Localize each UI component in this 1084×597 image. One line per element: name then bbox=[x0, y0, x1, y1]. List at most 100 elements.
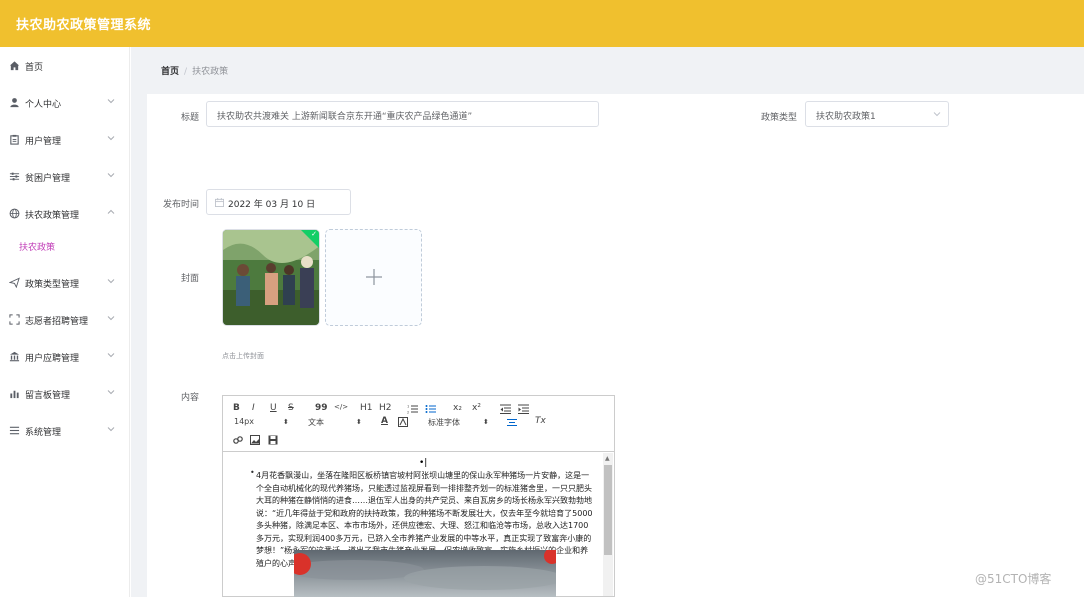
sidebar-item-label: 个人中心 bbox=[25, 100, 62, 110]
sidebar-item-label: 政策类型管理 bbox=[25, 280, 80, 290]
sidebar-item-poor-households[interactable]: 贫困户管理 bbox=[0, 162, 130, 192]
user-icon bbox=[10, 98, 19, 108]
sidebar-item-label: 扶农政策管理 bbox=[25, 211, 80, 221]
sidebar-item-label: 用户应聘管理 bbox=[25, 354, 80, 364]
editor-toolbar: B I U S 99 </> H1 H2 12 x₂ x² 14px ⬍ 文本 … bbox=[223, 396, 614, 452]
sidebar-item-label: 留言板管理 bbox=[25, 391, 71, 401]
sidebar-item-label: 系统管理 bbox=[25, 428, 62, 438]
sidebar-item-home[interactable]: 首页 bbox=[0, 51, 130, 81]
underline-button[interactable]: U bbox=[270, 403, 277, 413]
sidebar-subitem-policy[interactable]: 扶农政策 bbox=[0, 234, 130, 258]
breadcrumb-current: 扶农政策 bbox=[192, 67, 229, 77]
rich-text-editor[interactable]: B I U S 99 </> H1 H2 12 x₂ x² 14px ⬍ 文本 … bbox=[222, 395, 615, 597]
list-bullet: • bbox=[250, 468, 255, 477]
superscript-button[interactable]: x² bbox=[472, 403, 481, 413]
scrollbar-thumb[interactable] bbox=[604, 465, 612, 555]
align-center-icon[interactable] bbox=[507, 418, 517, 428]
chevron-down-icon bbox=[107, 353, 115, 358]
chevron-down-icon bbox=[107, 173, 115, 178]
font-family-caret-icon: ⬍ bbox=[483, 418, 489, 426]
editor-caret: •| bbox=[419, 458, 428, 468]
chevron-down-icon bbox=[107, 279, 115, 284]
title-input[interactable]: 扶农助农共渡难关 上游新闻联合京东开通“重庆农产品绿色通道” bbox=[206, 101, 599, 127]
policy-type-value: 扶农助农政策1 bbox=[816, 112, 876, 122]
save-icon[interactable] bbox=[268, 435, 278, 445]
cover-image-thumbnail[interactable]: ✓ bbox=[222, 229, 320, 326]
chevron-down-icon bbox=[107, 316, 115, 321]
sidebar-item-users[interactable]: 用户管理 bbox=[0, 125, 130, 155]
text-color-button[interactable]: A bbox=[381, 416, 388, 426]
bar-chart-icon bbox=[10, 390, 19, 399]
title-label: 标题 bbox=[181, 113, 200, 123]
send-icon bbox=[9, 277, 20, 288]
breadcrumb-home[interactable]: 首页 bbox=[161, 67, 179, 77]
background-color-icon[interactable] bbox=[398, 417, 408, 427]
sidebar-item-volunteer-recruit[interactable]: 志愿者招聘管理 bbox=[0, 305, 130, 335]
indent-icon[interactable] bbox=[518, 404, 529, 414]
bank-icon bbox=[9, 351, 20, 362]
fullscreen-icon bbox=[9, 314, 20, 325]
breadcrumb-separator: / bbox=[184, 67, 188, 77]
sidebar-item-system[interactable]: 系统管理 bbox=[0, 416, 130, 446]
upload-tip-text: 点击上传封面 bbox=[222, 352, 264, 360]
chevron-down-icon bbox=[107, 390, 115, 395]
sidebar-item-label: 用户管理 bbox=[25, 137, 62, 147]
sidebar-item-policy-types[interactable]: 政策类型管理 bbox=[0, 268, 130, 298]
watermark-text: @51CTO博客 bbox=[975, 572, 1052, 586]
h1-button[interactable]: H1 bbox=[360, 403, 373, 413]
sidebar-item-label: 贫困户管理 bbox=[25, 174, 71, 184]
strike-button[interactable]: S bbox=[288, 403, 294, 413]
calendar-icon bbox=[215, 198, 224, 207]
policy-form-panel: 标题 扶农助农共渡难关 上游新闻联合京东开通“重庆农产品绿色通道” 政策类型 扶… bbox=[147, 94, 1084, 597]
link-icon[interactable] bbox=[233, 435, 243, 445]
sky-photo-image bbox=[294, 550, 556, 597]
sidebar-item-label: 首页 bbox=[25, 63, 44, 73]
clean-format-button[interactable]: Tx bbox=[535, 416, 546, 426]
breadcrumb: 首页 / 扶农政策 bbox=[161, 64, 228, 77]
sliders-icon bbox=[9, 172, 20, 181]
ordered-list-icon[interactable]: 12 bbox=[407, 404, 418, 414]
main-content: 首页 / 扶农政策 标题 扶农助农共渡难关 上游新闻联合京东开通“重庆农产品绿色通道… bbox=[131, 47, 1084, 597]
cover-upload-button[interactable] bbox=[325, 229, 422, 326]
header-select[interactable]: 文本 bbox=[308, 417, 324, 428]
outdent-icon[interactable] bbox=[500, 404, 511, 414]
top-header-bar: 扶农助农政策管理系统 bbox=[0, 0, 1084, 47]
header-caret-icon: ⬍ bbox=[356, 418, 362, 426]
menu-icon bbox=[9, 426, 20, 435]
svg-text:1: 1 bbox=[407, 405, 409, 409]
scroll-up-arrow-icon[interactable]: ▲ bbox=[605, 455, 610, 462]
publish-date-picker[interactable]: 2022 年 03 月 10 日 bbox=[206, 189, 351, 215]
code-button[interactable]: </> bbox=[334, 403, 348, 411]
content-label: 内容 bbox=[181, 393, 200, 403]
publish-date-value: 2022 年 03 月 10 日 bbox=[228, 200, 316, 210]
editor-scrollbar[interactable]: ▲ bbox=[603, 453, 613, 596]
plus-icon bbox=[366, 269, 382, 285]
font-size-select[interactable]: 14px bbox=[234, 417, 254, 426]
globe-icon bbox=[9, 208, 20, 219]
check-icon: ✓ bbox=[311, 230, 317, 238]
font-family-select[interactable]: 标准字体 bbox=[428, 417, 460, 428]
sidebar-item-message-board[interactable]: 留言板管理 bbox=[0, 379, 130, 409]
sidebar-item-profile[interactable]: 个人中心 bbox=[0, 88, 130, 118]
sidebar-item-label: 志愿者招聘管理 bbox=[25, 317, 89, 327]
italic-button[interactable]: I bbox=[252, 403, 255, 413]
policy-type-select[interactable]: 扶农助农政策1 bbox=[805, 101, 949, 127]
chevron-up-icon bbox=[107, 209, 115, 214]
sidebar-item-applications[interactable]: 用户应聘管理 bbox=[0, 342, 130, 372]
subscript-button[interactable]: x₂ bbox=[453, 403, 462, 413]
blockquote-button[interactable]: 99 bbox=[315, 403, 328, 413]
app-title: 扶农助农政策管理系统 bbox=[16, 18, 152, 33]
sidebar-item-label: 扶农政策 bbox=[19, 243, 56, 253]
sidebar-item-policy-manage[interactable]: 扶农政策管理 bbox=[0, 199, 130, 229]
chevron-down-icon bbox=[107, 427, 115, 432]
sidebar-menu: 首页 个人中心 用户管理 贫困户管理 扶农政策管理 扶农政策 政策类型管理 志愿… bbox=[0, 47, 130, 597]
user-manage-icon bbox=[10, 134, 19, 145]
bullet-list-icon[interactable] bbox=[425, 404, 436, 414]
home-icon bbox=[9, 61, 20, 71]
h2-button[interactable]: H2 bbox=[379, 403, 392, 413]
title-input-value: 扶农助农共渡难关 上游新闻联合京东开通“重庆农产品绿色通道” bbox=[217, 112, 473, 122]
font-size-caret-icon: ⬍ bbox=[283, 418, 289, 426]
chevron-down-icon bbox=[107, 99, 115, 104]
bold-button[interactable]: B bbox=[233, 403, 240, 413]
image-icon[interactable] bbox=[250, 435, 260, 445]
